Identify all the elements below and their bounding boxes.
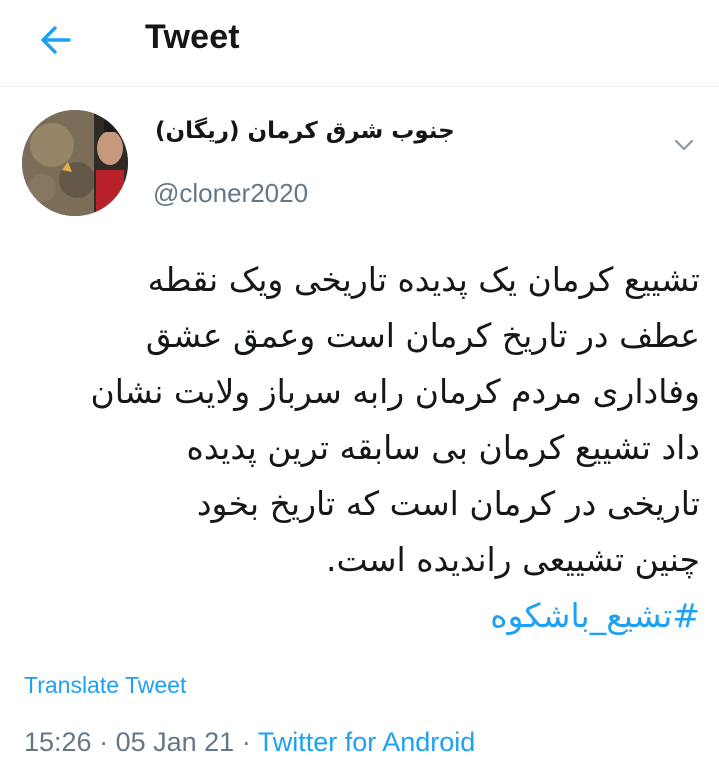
tweet-date: 05 Jan 21	[115, 727, 235, 757]
tweet-text-line: چنین تشییعی راندیده است.	[326, 540, 700, 579]
avatar[interactable]	[22, 110, 128, 216]
header-divider	[0, 86, 719, 87]
tweet-time: 15:26	[24, 727, 92, 757]
tweet-source-link[interactable]: Twitter for Android	[258, 727, 476, 757]
arrow-left-icon	[41, 26, 71, 54]
tweet-text-line: داد تشییع کرمان بی سابقه ترین پدیده	[186, 428, 700, 467]
tweet-text-line: عطف در تاریخ کرمان است وعمق عشق	[145, 316, 700, 355]
tweet-metadata: 15:26 · 05 Jan 21 · Twitter for Android	[24, 727, 475, 758]
top-app-bar: Tweet	[0, 0, 719, 86]
chevron-down-icon	[674, 139, 694, 151]
translate-tweet-link[interactable]: Translate Tweet	[24, 672, 186, 699]
page-title: Tweet	[145, 18, 240, 56]
tweet-text-line: تشییع کرمان یک پدیده تاریخی ویک نقطه	[147, 260, 700, 299]
tweet-text-line: تاریخی در کرمان است که تاریخ بخود	[196, 484, 700, 523]
author-username[interactable]: @cloner2020	[153, 178, 308, 209]
back-button[interactable]	[30, 20, 80, 60]
avatar-image	[22, 110, 128, 216]
tweet-text-line: وفاداری مردم کرمان رابه سرباز ولایت نشان	[90, 372, 700, 411]
tweet-text: تشییع کرمان یک پدیده تاریخی ویک نقطه عطف…	[18, 252, 700, 588]
meta-separator: ·	[234, 727, 258, 757]
meta-separator: ·	[91, 727, 116, 757]
tweet-menu-button[interactable]	[664, 130, 704, 160]
hashtag-link[interactable]: #تشیع_باشکوه	[18, 588, 700, 644]
author-display-name[interactable]: جنوب شرق کرمان (ریگان)	[155, 118, 455, 144]
